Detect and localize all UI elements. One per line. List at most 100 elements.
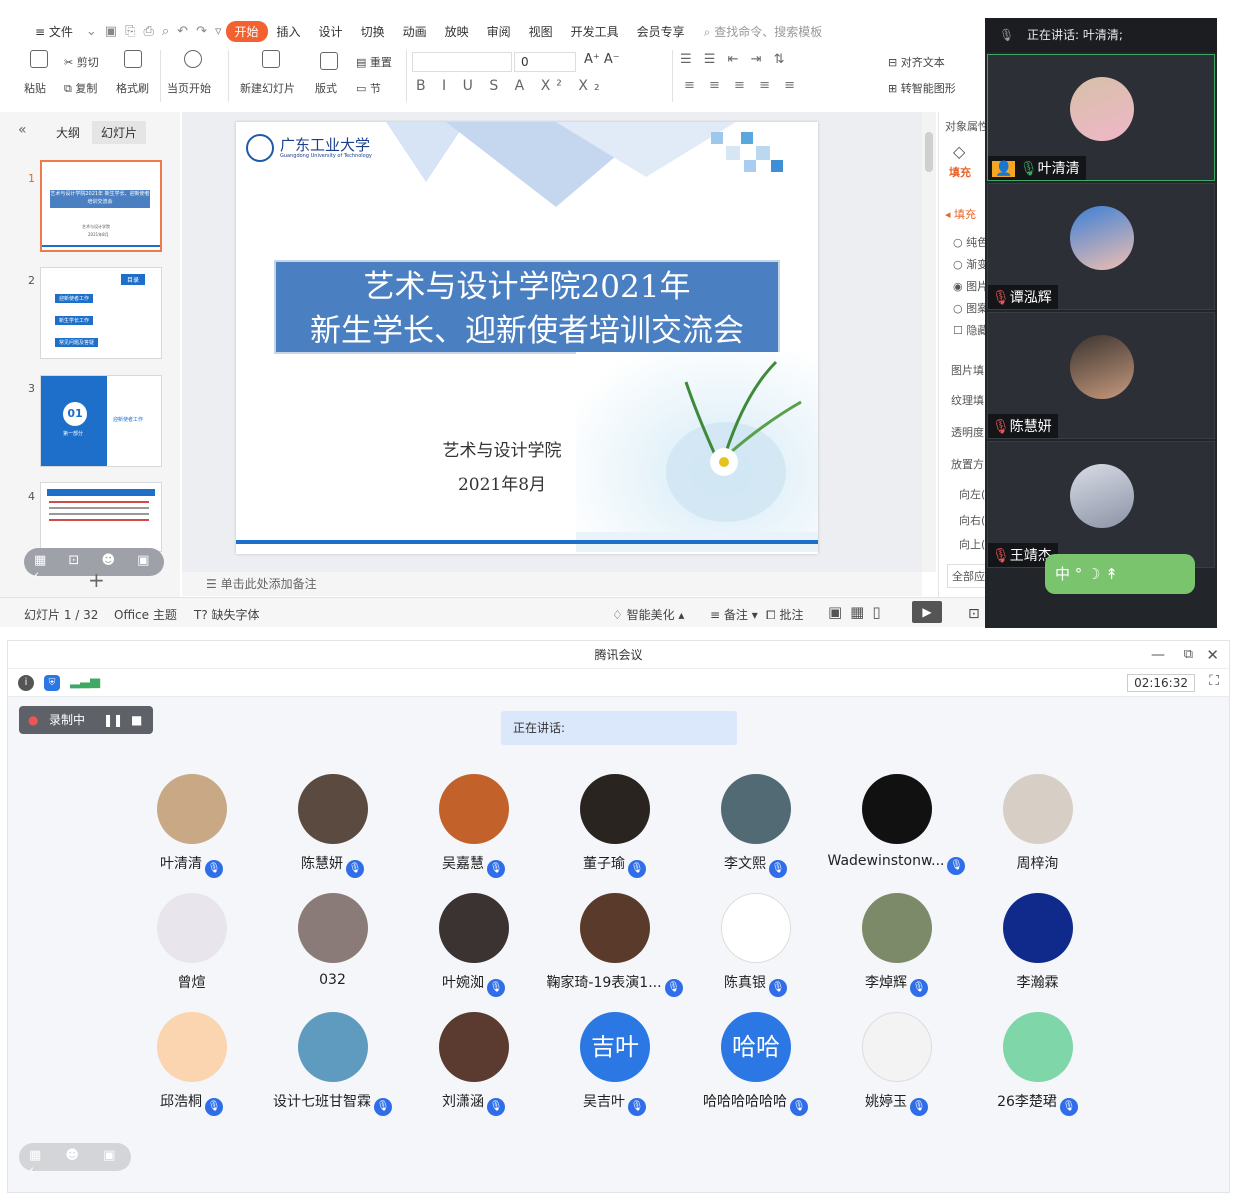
minimize-icon[interactable]: — xyxy=(1151,641,1165,669)
collapse-icon[interactable]: « xyxy=(18,122,27,138)
toolbar-icons[interactable]: ▦ ☻ ▣ ‹ xyxy=(29,1148,131,1178)
font-grow-icon[interactable]: A⁺ A⁻ xyxy=(584,52,620,67)
participant-card[interactable]: 26李楚珺 🎙 xyxy=(967,1012,1108,1116)
beautify-button[interactable]: ♢ 智能美化 ▴ xyxy=(612,606,684,623)
participant-card[interactable]: 吉叶 吴吉叶 🎙 xyxy=(544,1012,685,1116)
info-icon[interactable]: i xyxy=(18,675,34,691)
redo-icon[interactable]: ↷ xyxy=(192,24,211,39)
participant-card[interactable]: 周梓洵 xyxy=(967,774,1108,874)
stop-icon[interactable]: ■ xyxy=(131,706,142,734)
menu-member[interactable]: 会员专享 xyxy=(628,23,694,40)
fill-option-gradient[interactable]: ○ 渐变 xyxy=(953,256,988,272)
pause-icon[interactable]: ❚❚ xyxy=(103,706,123,734)
signal-icon[interactable]: ▂▃▅ xyxy=(70,674,100,689)
reset-button[interactable]: ▤ 重置 xyxy=(356,54,392,70)
restore-icon[interactable]: ⧉ xyxy=(1184,641,1193,669)
play-slideshow-icon[interactable]: ▶ xyxy=(912,601,942,623)
menu-review[interactable]: 审阅 xyxy=(478,23,520,40)
participant-card[interactable]: 032 xyxy=(262,893,403,993)
participant-card[interactable]: 哈哈 哈哈哈哈哈哈 🎙 xyxy=(685,1012,826,1116)
slide-thumb-4[interactable] xyxy=(40,482,162,552)
fill-option-picture[interactable]: ◉ 图片 xyxy=(953,278,988,294)
view-mode-icons[interactable]: ▣▦▯ xyxy=(828,603,889,621)
video-tile[interactable]: 🎙王靖杰 xyxy=(987,441,1215,568)
from-current-button[interactable]: 当页开始 xyxy=(167,80,211,96)
chevron-down-icon[interactable]: ⌄ xyxy=(82,24,101,39)
notes-area[interactable]: ☰ 单击此处添加备注 xyxy=(182,572,922,596)
copy-button[interactable]: ⧉ 复制 xyxy=(64,80,97,96)
list-icons[interactable]: ☰ ☰ ⇤ ⇥ ⇅ xyxy=(680,52,789,67)
undo-icon[interactable]: ↶ xyxy=(173,24,192,39)
menu-home[interactable]: 开始 xyxy=(225,20,268,42)
print-icon[interactable]: ⎙ xyxy=(139,24,157,39)
slide-title[interactable]: 艺术与设计学院2021年 新生学长、迎新使者培训交流会 xyxy=(274,260,780,354)
menu-slideshow[interactable]: 放映 xyxy=(436,23,478,40)
layout-icon[interactable] xyxy=(320,52,338,73)
slide-date[interactable]: 2021年8月 xyxy=(402,470,602,495)
participant-card[interactable]: Wadewinstonw... 🎙 xyxy=(826,774,967,875)
bottom-toolbar[interactable]: ▦ ☻ ▣ ‹ xyxy=(19,1143,131,1178)
participant-card[interactable]: 曾煊 xyxy=(121,893,262,993)
participant-card[interactable]: 叶清清 🎙 xyxy=(121,774,262,878)
font-size-select[interactable]: 0 xyxy=(514,52,576,72)
ime-toolbar[interactable]: 中 ° ☽ ↟ xyxy=(1045,554,1195,594)
preview-icon[interactable]: ⌕ xyxy=(158,24,173,39)
close-icon[interactable]: ✕ xyxy=(1206,641,1219,669)
menu-animation[interactable]: 动画 xyxy=(394,23,436,40)
canvas-scrollbar[interactable] xyxy=(922,112,936,572)
brush-icon[interactable] xyxy=(124,50,142,71)
fill-option-solid[interactable]: ○ 纯色 xyxy=(953,234,988,250)
shield-icon[interactable]: ⛨ xyxy=(44,675,60,691)
video-tile[interactable]: 🎙谭泓辉 xyxy=(987,183,1215,310)
participant-card[interactable]: 设计七班甘智霖 🎙 xyxy=(262,1012,403,1116)
participant-card[interactable]: 李瀚霖 xyxy=(967,893,1108,993)
smart-shape-button[interactable]: ⊞ 转智能图形 xyxy=(888,80,956,96)
slide-org[interactable]: 艺术与设计学院 xyxy=(402,436,602,461)
cut-button[interactable]: ✂ 剪切 xyxy=(64,54,99,70)
fit-icon[interactable]: ⊡ xyxy=(968,606,980,622)
new-slide-icon[interactable] xyxy=(262,50,280,71)
menu-developer[interactable]: 开发工具 xyxy=(562,23,628,40)
align-icons[interactable]: ≡ ≡ ≡ ≡ ≡ xyxy=(684,78,800,93)
fill-section[interactable]: ◂ 填充 xyxy=(945,206,976,222)
fill-option-pattern[interactable]: ○ 图案 xyxy=(953,300,988,316)
participant-card[interactable]: 吴嘉慧 🎙 xyxy=(403,774,544,878)
menu-insert[interactable]: 插入 xyxy=(268,23,310,40)
participant-card[interactable]: 叶婉洳 🎙 xyxy=(403,893,544,997)
new-slide-button[interactable]: 新建幻灯片 xyxy=(240,80,295,96)
command-search[interactable]: ⌕ 查找命令、搜索模板 xyxy=(704,23,823,40)
tab-fill[interactable]: 填充 xyxy=(949,164,971,180)
apply-all-button[interactable]: 全部应 xyxy=(947,564,990,588)
video-tile[interactable]: 👤 🎙叶清清 xyxy=(987,54,1215,181)
layout-button[interactable]: 版式 xyxy=(315,80,337,96)
notes-button[interactable]: ≡ 备注 ▾ xyxy=(710,606,758,623)
fill-bucket-icon[interactable]: ◇ xyxy=(953,142,965,161)
missing-font-button[interactable]: T? 缺失字体 xyxy=(194,606,260,623)
fullscreen-icon[interactable]: ⛶ xyxy=(1209,673,1219,689)
slide-1[interactable]: 广东工业大学 Guangdong University of Technolog… xyxy=(236,122,818,554)
participant-card[interactable]: 董子瑜 🎙 xyxy=(544,774,685,878)
video-tile[interactable]: 🎙陈慧妍 xyxy=(987,312,1215,439)
add-slide-icon[interactable]: + xyxy=(88,568,105,592)
scroll-thumb[interactable] xyxy=(925,132,933,172)
recording-indicator[interactable]: ● 录制中 ❚❚ ■ xyxy=(19,706,153,734)
participant-card[interactable]: 陈慧妍 🎙 xyxy=(262,774,403,878)
participant-card[interactable]: 陈真银 🎙 xyxy=(685,893,826,997)
output-icon[interactable]: ⎘ xyxy=(121,24,139,39)
more-icon[interactable]: ▿ xyxy=(211,24,226,39)
slide-thumb-2[interactable]: 目录 迎新使者工作 新生学长工作 常见问题及答疑 xyxy=(40,267,162,359)
menu-transition[interactable]: 切换 xyxy=(352,23,394,40)
menu-view[interactable]: 视图 xyxy=(520,23,562,40)
save-icon[interactable]: ▣ xyxy=(101,24,121,39)
paste-icon[interactable] xyxy=(30,50,48,71)
play-icon[interactable] xyxy=(184,50,202,71)
menu-file[interactable]: ≡ 文件 xyxy=(26,23,82,40)
slide-thumb-1[interactable]: 艺术与设计学院2021年 新生学长、迎新使者培训交流会 艺术与设计学院 2021… xyxy=(40,160,162,252)
participant-card[interactable]: 李文熙 🎙 xyxy=(685,774,826,878)
tab-slides[interactable]: 幻灯片 xyxy=(92,121,147,144)
participant-card[interactable]: 鞠家琦-19表演1... 🎙 xyxy=(544,893,685,997)
menu-design[interactable]: 设计 xyxy=(310,23,352,40)
participant-card[interactable]: 刘潇涵 🎙 xyxy=(403,1012,544,1116)
section-button[interactable]: ▭ 节 xyxy=(356,80,381,96)
font-style-icons[interactable]: B I U S A X² X₂ xyxy=(416,78,606,94)
